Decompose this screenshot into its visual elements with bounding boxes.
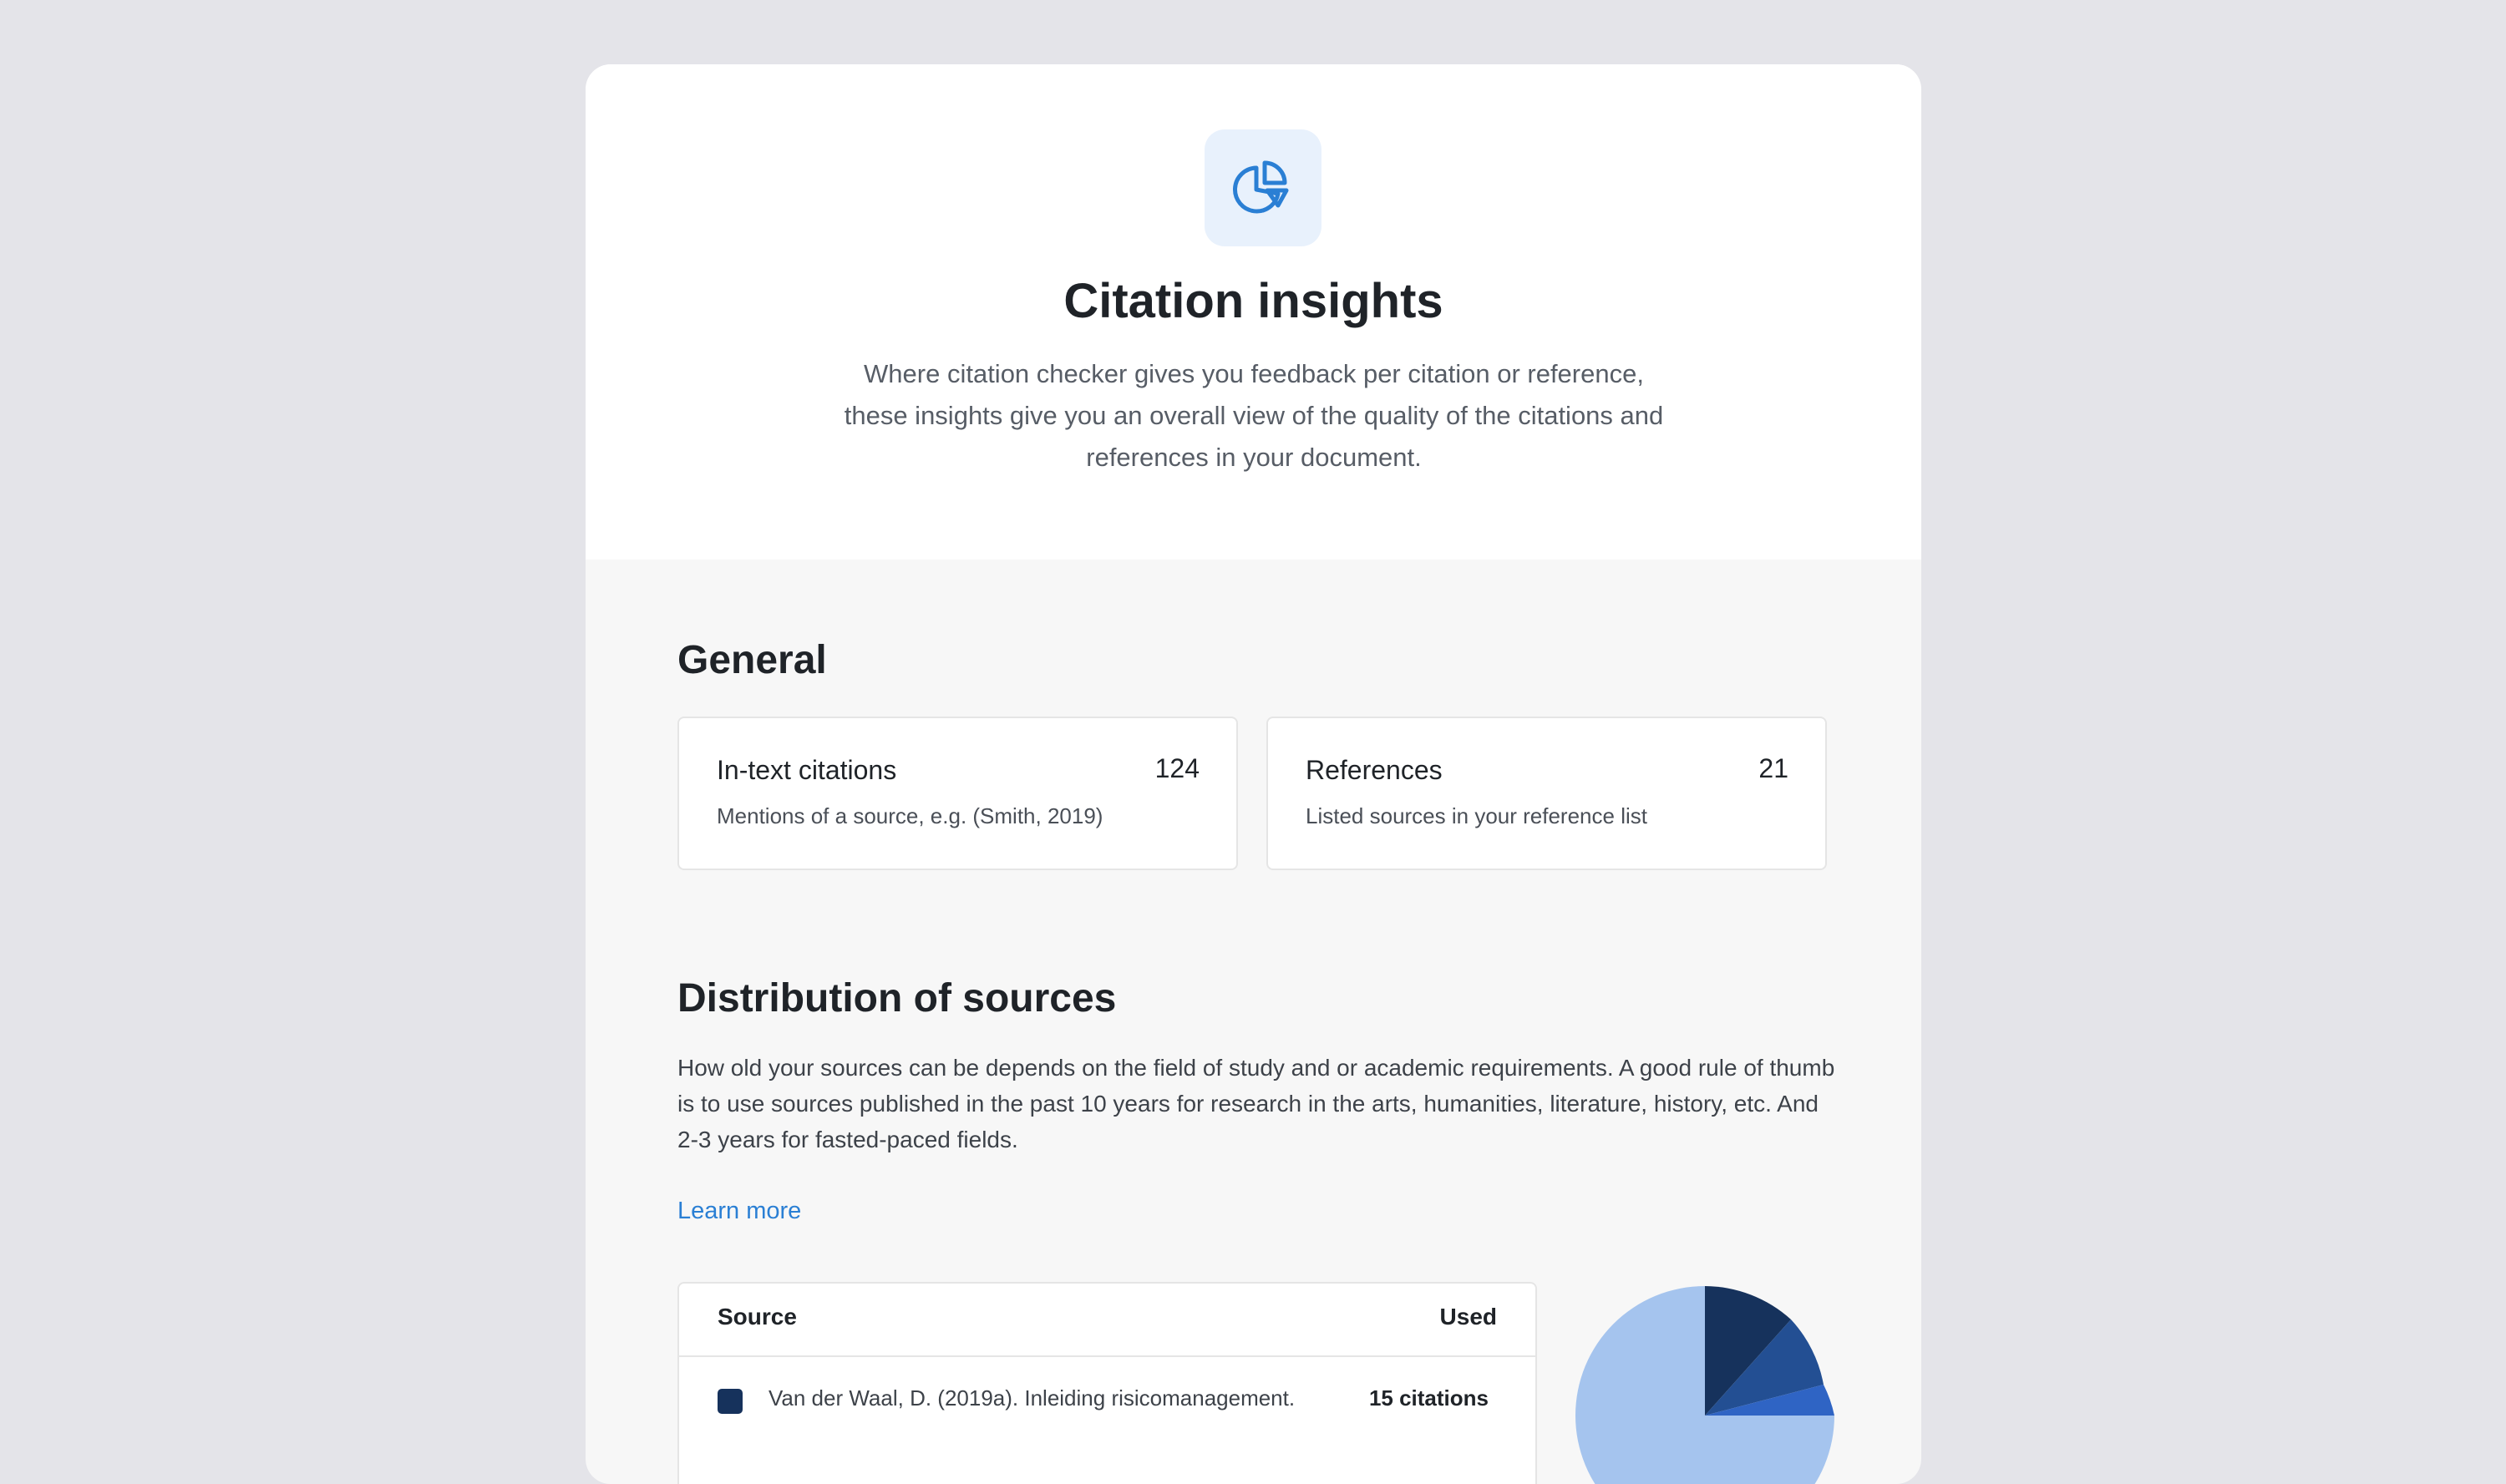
hero-icon-container xyxy=(1205,129,1321,246)
sources-pie-chart xyxy=(1575,1286,1834,1484)
stat-card-references: References 21 Listed sources in your ref… xyxy=(1266,717,1827,870)
page-description: Where citation checker gives you feedbac… xyxy=(844,359,1664,472)
column-header-source: Source xyxy=(718,1304,797,1330)
distribution-section-title: Distribution of sources xyxy=(677,976,1117,1021)
sources-table: Source Used Van der Waal, D. (2019a). In… xyxy=(677,1282,1537,1484)
stat-card-in-text-citations: In-text citations 124 Mentions of a sour… xyxy=(677,717,1238,870)
row-used: 15 citations xyxy=(1368,1385,1489,1411)
table-header: Source Used xyxy=(679,1284,1535,1357)
column-header-used: Used xyxy=(1439,1304,1497,1330)
learn-more-link[interactable]: Learn more xyxy=(677,1194,801,1228)
distribution-description: How old your sources can be depends on t… xyxy=(677,1055,1835,1152)
insights-card: Citation insights Where citation checker… xyxy=(586,64,1921,1484)
stat-value: 124 xyxy=(1154,753,1200,783)
stat-label: References xyxy=(1306,755,1443,785)
hero-section: Citation insights Where citation checker… xyxy=(586,64,1921,560)
pie-chart-icon xyxy=(1233,160,1289,214)
stat-description: Listed sources in your reference list xyxy=(1306,803,1647,828)
stat-label: In-text citations xyxy=(717,755,897,785)
row-source: Van der Waal, D. (2019a). Inleiding risi… xyxy=(769,1385,1296,1411)
page-title: Citation insights xyxy=(1063,274,1443,328)
stat-description: Mentions of a source, e.g. (Smith, 2019) xyxy=(717,803,1103,828)
general-section-title: General xyxy=(677,638,827,682)
table-row[interactable]: Van der Waal, D. (2019a). Inleiding risi… xyxy=(679,1357,1535,1441)
stat-value: 21 xyxy=(1758,753,1788,783)
